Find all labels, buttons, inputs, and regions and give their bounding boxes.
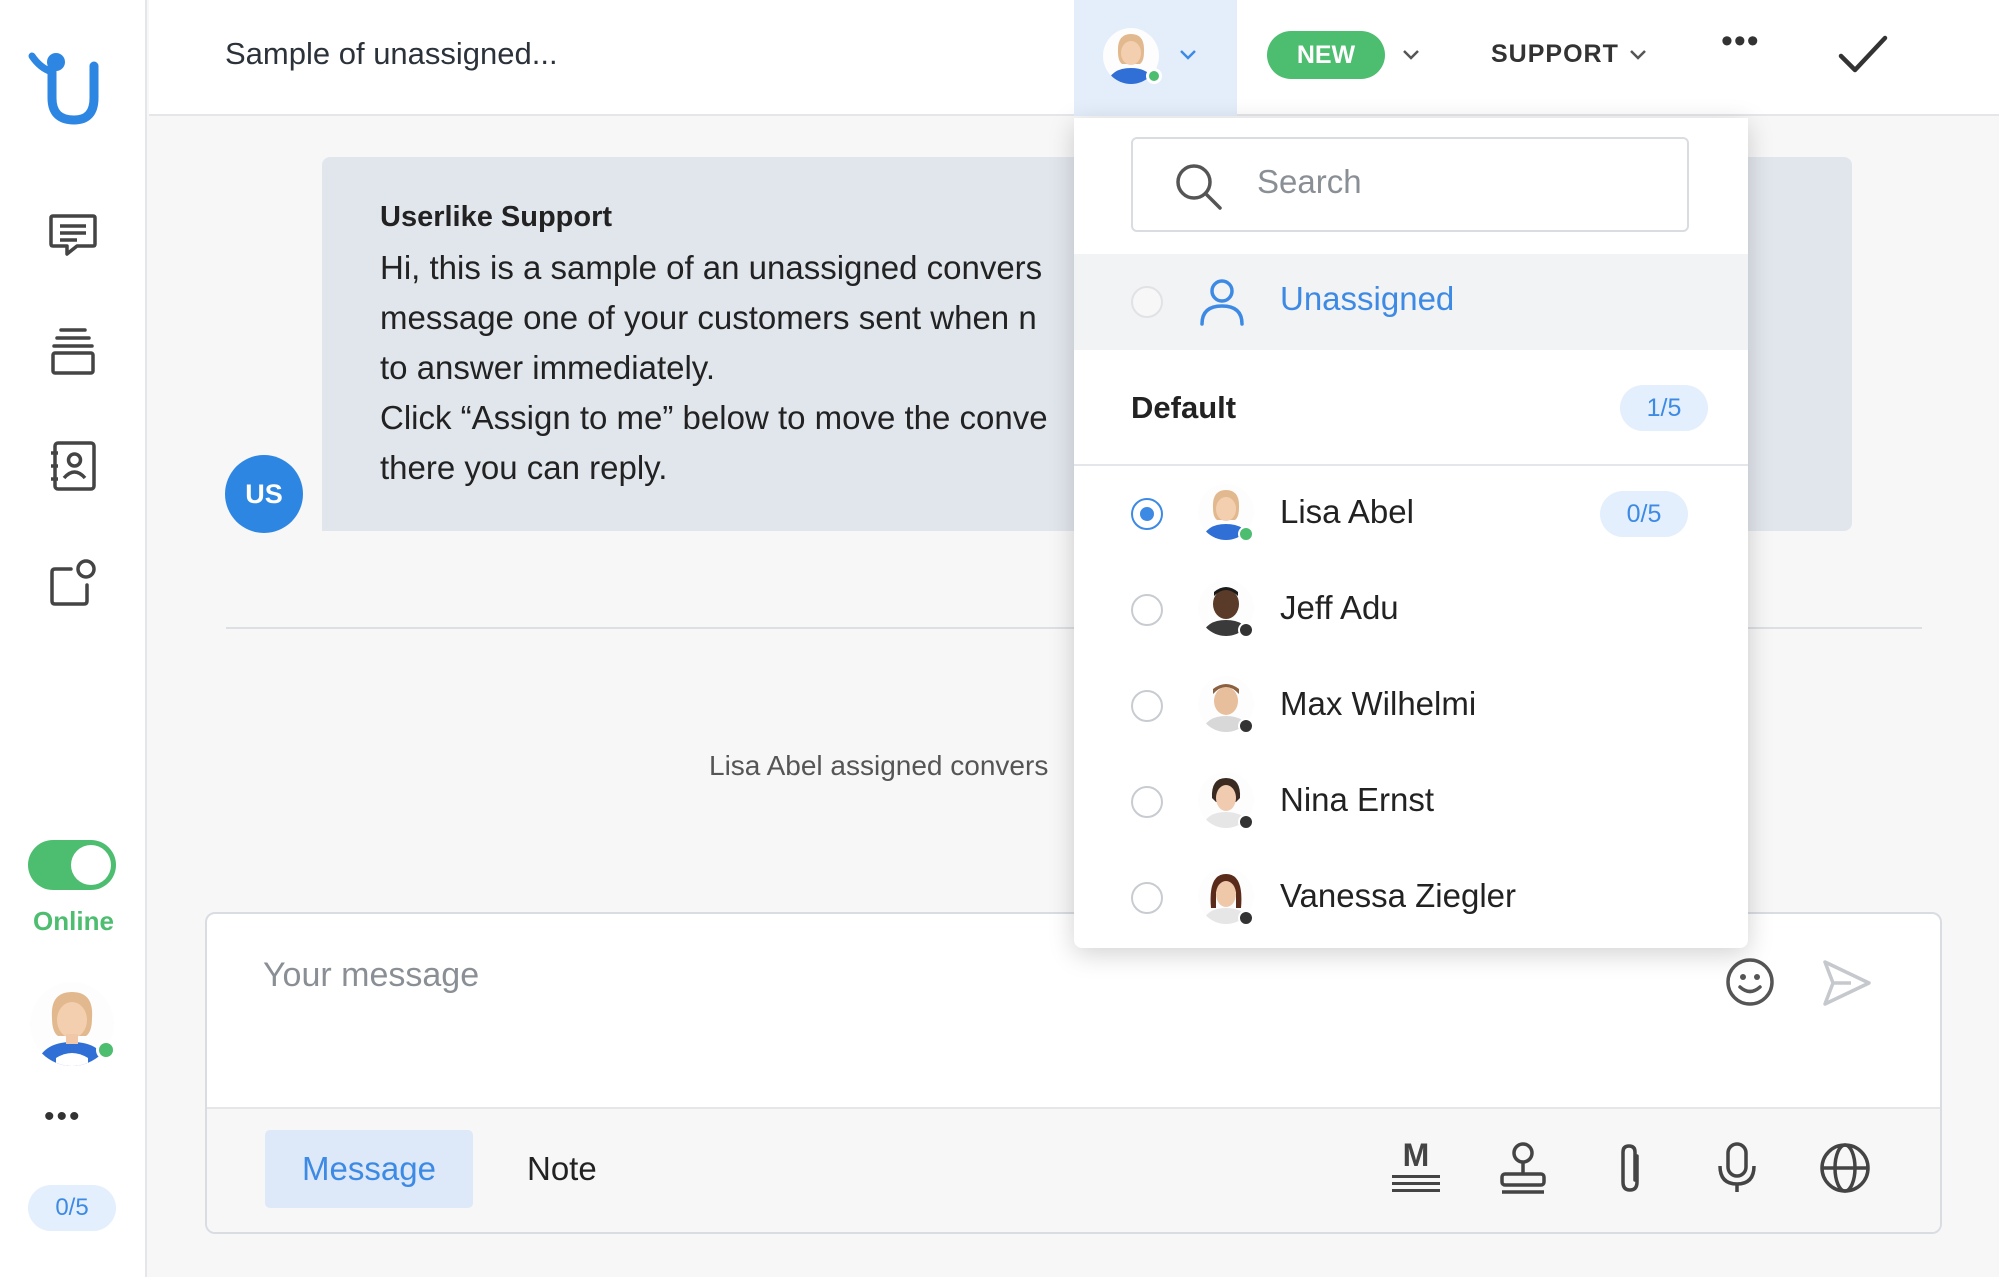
sender-avatar: US xyxy=(225,455,303,533)
assignee-dropdown-button[interactable] xyxy=(1074,0,1237,116)
search-icon xyxy=(1176,164,1222,210)
contacts-icon xyxy=(51,441,96,491)
status-pill[interactable]: NEW xyxy=(1267,31,1385,79)
message-line: Click “Assign to me” below to move the c… xyxy=(380,399,1048,436)
composer-toolbar: Message Note M xyxy=(207,1107,1940,1232)
message-input[interactable] xyxy=(263,956,1663,995)
online-status-dot xyxy=(96,1040,116,1060)
emoji-icon[interactable] xyxy=(1724,956,1776,1008)
message-line: Hi, this is a sample of an unassigned co… xyxy=(380,249,1043,286)
markdown-icon: M xyxy=(1402,1137,1430,1173)
stack-icon xyxy=(51,328,95,375)
microphone-icon[interactable] xyxy=(1714,1140,1760,1196)
agent-option-vanessa-ziegler[interactable]: Vanessa Ziegler xyxy=(1074,850,1748,946)
radio-nina-ernst[interactable] xyxy=(1131,786,1163,818)
chat-count-badge: 0/5 xyxy=(28,1185,116,1231)
radio-jeff-adu[interactable] xyxy=(1131,594,1163,626)
nav-notifications[interactable] xyxy=(42,552,104,614)
radio-lisa-abel[interactable] xyxy=(1131,498,1163,530)
check-icon[interactable] xyxy=(1835,30,1891,78)
group-selector[interactable]: SUPPORT xyxy=(1491,40,1619,69)
agent-status-dot xyxy=(1238,718,1254,734)
agent-avatar xyxy=(1198,868,1256,928)
nav-contacts[interactable] xyxy=(42,435,104,497)
user-avatar[interactable] xyxy=(30,982,116,1066)
globe-icon[interactable] xyxy=(1817,1140,1873,1196)
agent-status-dot xyxy=(1238,814,1254,830)
radio-max-wilhelmi[interactable] xyxy=(1131,690,1163,722)
message-line: to answer immediately. xyxy=(380,349,716,386)
online-toggle[interactable] xyxy=(28,840,116,890)
agent-status-dot xyxy=(1238,622,1254,638)
notification-icon xyxy=(50,559,96,606)
tab-note[interactable]: Note xyxy=(527,1130,597,1208)
radio-vanessa-ziegler[interactable] xyxy=(1131,882,1163,914)
search-input[interactable] xyxy=(1257,163,1657,201)
agent-name: Vanessa Ziegler xyxy=(1280,877,1517,914)
message-line: message one of your customers sent when … xyxy=(380,299,1037,336)
agent-avatar xyxy=(1198,580,1256,640)
markdown-button[interactable]: M xyxy=(1390,1137,1442,1197)
stamp-icon[interactable] xyxy=(1497,1140,1549,1196)
toggle-knob xyxy=(71,845,111,885)
tab-message[interactable]: Message xyxy=(265,1130,473,1208)
attachment-icon[interactable] xyxy=(1613,1140,1647,1196)
nav-conversations[interactable] xyxy=(42,205,104,267)
message-line: there you can reply. xyxy=(380,449,668,486)
agent-name: Nina Ernst xyxy=(1280,781,1435,818)
sidebar-more-button[interactable]: ••• xyxy=(44,1100,82,1134)
unassigned-option[interactable]: Unassigned xyxy=(1074,254,1748,350)
agent-status-dot xyxy=(1238,526,1254,542)
agent-count-badge: 0/5 xyxy=(1600,491,1688,537)
nav-archive[interactable] xyxy=(42,320,104,382)
agent-avatar xyxy=(1198,676,1256,736)
search-field[interactable] xyxy=(1131,137,1689,232)
send-icon[interactable] xyxy=(1821,958,1873,1008)
message-composer: Message Note M xyxy=(205,912,1942,1234)
chevron-down-icon[interactable] xyxy=(1401,48,1421,62)
userlike-logo xyxy=(28,52,99,125)
status-label: Online xyxy=(33,906,114,936)
agent-avatar xyxy=(1198,484,1256,544)
chevron-down-icon[interactable] xyxy=(1628,48,1648,62)
agent-name: Jeff Adu xyxy=(1280,589,1399,626)
agent-status-dot xyxy=(1238,910,1254,926)
conversation-header: Sample of unassigned... NEW SUPPORT ••• xyxy=(149,0,1999,116)
user-icon xyxy=(1200,279,1244,326)
group-count-badge: 1/5 xyxy=(1620,385,1708,431)
more-options-button[interactable]: ••• xyxy=(1721,22,1760,61)
radio-unassigned[interactable] xyxy=(1131,286,1163,318)
chat-icon xyxy=(49,214,97,256)
agent-option-jeff-adu[interactable]: Jeff Adu xyxy=(1074,562,1748,658)
agent-option-max-wilhelmi[interactable]: Max Wilhelmi xyxy=(1074,658,1748,754)
system-message: Lisa Abel assigned convers xyxy=(709,750,1049,781)
unassigned-label: Unassigned xyxy=(1280,280,1455,317)
conversation-title: Sample of unassigned... xyxy=(225,36,558,71)
group-header: Default 1/5 xyxy=(1074,350,1748,466)
agent-option-lisa-abel[interactable]: Lisa Abel 0/5 xyxy=(1074,466,1748,562)
agent-name: Lisa Abel xyxy=(1280,493,1414,530)
agent-name: Max Wilhelmi xyxy=(1280,685,1477,722)
agent-avatar xyxy=(1198,772,1256,832)
message-author: Userlike Support xyxy=(380,201,613,233)
chevron-down-icon xyxy=(1180,50,1196,60)
agent-option-nina-ernst[interactable]: Nina Ernst xyxy=(1074,754,1748,850)
assignee-dropdown: Unassigned Default 1/5 Lisa Abel 0/5 xyxy=(1074,118,1748,948)
group-name: Default xyxy=(1131,390,1237,425)
sidebar: Online ••• 0/5 xyxy=(0,0,147,1277)
assignee-status-dot xyxy=(1146,68,1162,84)
